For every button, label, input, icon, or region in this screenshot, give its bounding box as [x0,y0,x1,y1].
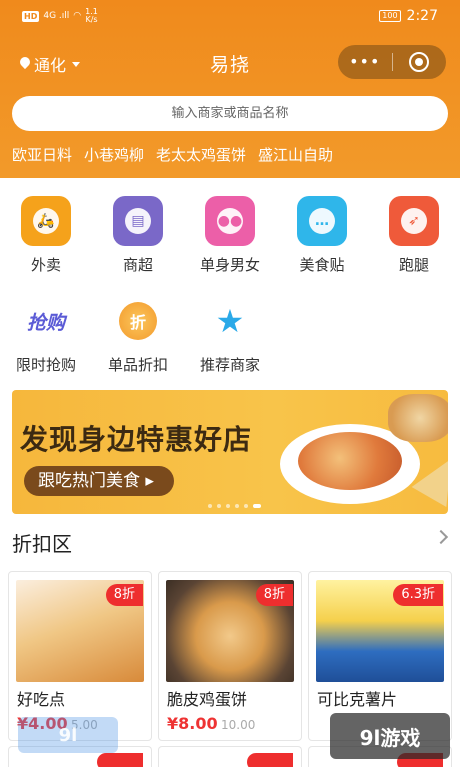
category-single-discount[interactable]: 折 单品折扣 [92,296,184,375]
section-title: 折扣区 [12,532,72,556]
discount-badge [247,753,293,767]
category-label: 美食贴 [299,256,345,274]
main-content: 🛵 外卖 ▤ 商超 ●● 单身男女 … 美食贴 ➶ 跑腿 抢购 限时抢购 折 单… [0,178,460,767]
hot-search-item[interactable]: 欧亚日料 [12,144,72,165]
store-icon: ▤ [113,196,163,246]
carousel-indicator [208,504,261,508]
seafood-image [298,432,402,490]
network-speed: 1.1 K/s [85,7,98,24]
promo-banner[interactable]: 发现身边特惠好店 跟吃热门美食 ▸ [12,390,448,514]
location-label: 通化 [34,56,67,75]
product-card[interactable]: 8折 脆皮鸡蛋饼 ¥8.00 10.00 [158,571,302,741]
hd-badge: HD [22,10,40,22]
product-card[interactable] [158,746,302,767]
product-name: 脆皮鸡蛋饼 [167,690,248,709]
carousel-dot [235,504,239,508]
flash-sale-icon: 抢购 [26,311,65,334]
original-price: 10.00 [221,718,256,732]
product-card[interactable]: 8折 好吃点 ¥4.00 5.00 [8,571,152,741]
search-input[interactable]: 输入商家或商品名称 [12,96,448,131]
discount-badge: 6.3折 [393,584,443,606]
category-grid-row1: 🛵 外卖 ▤ 商超 ●● 单身男女 … 美食贴 ➶ 跑腿 [0,196,460,275]
category-singles[interactable]: ●● 单身男女 [184,196,276,275]
more-menu-button[interactable]: ••• [338,54,392,70]
couple-icon: ●● [205,196,255,246]
ribbon-star-icon: ★ [215,302,245,340]
clock: 2:27 [406,8,438,24]
category-label: 外卖 [30,256,61,274]
battery-icon: 100 [379,10,401,22]
discount-badge: 8折 [255,584,293,606]
category-label: 单身男女 [199,256,260,274]
category-food-posts[interactable]: … 美食贴 [276,196,368,275]
category-grid-row2: 抢购 限时抢购 折 单品折扣 ★ 推荐商家 [0,296,460,375]
category-label: 限时抢购 [15,356,76,374]
hot-search-list: 欧亚日料 小巷鸡柳 老太太鸡蛋饼 盛江山自助 [12,144,333,165]
watermark-logo: 9l游戏 [330,713,450,759]
signal-icon: 4G .ıll [43,10,70,21]
category-recommended-shops[interactable]: ★ 推荐商家 [184,296,276,375]
carousel-dot [226,504,230,508]
status-bar: HD 4G .ıll ◠ 1.1 K/s 100 2:27 [0,0,460,34]
hot-search-item[interactable]: 盛江山自助 [258,144,333,165]
category-supermarket[interactable]: ▤ 商超 [92,196,184,275]
product-name: 可比克薯片 [317,690,398,709]
discount-badge [97,753,143,767]
location-selector[interactable]: 通化 [20,52,81,76]
watermark-left: 9l [18,717,118,753]
chat-icon: … [297,196,347,246]
hot-search-item[interactable]: 小巷鸡柳 [84,144,144,165]
runner-icon: ➶ [389,196,439,246]
carousel-dot-active [253,504,261,508]
scooter-icon: 🛵 [21,196,71,246]
category-label: 推荐商家 [199,356,260,374]
discount-badge: 8折 [105,584,143,606]
hot-search-item[interactable]: 老太太鸡蛋饼 [156,144,246,165]
category-label: 商超 [122,256,153,274]
discount-badge-icon: 折 [113,296,163,346]
category-takeout[interactable]: 🛵 外卖 [0,196,92,275]
nav-bar: 易挠 通化 ••• [0,40,460,84]
product-price: ¥8.00 [167,714,218,733]
close-miniprogram-button[interactable] [392,52,446,72]
banner-button[interactable]: 跟吃热门美食 ▸ [24,466,174,496]
carousel-dot [208,504,212,508]
banner-headline: 发现身边特惠好店 [20,423,253,456]
chevron-right-icon[interactable] [433,529,449,545]
carousel-dot [217,504,221,508]
category-errand[interactable]: ➶ 跑腿 [368,196,460,275]
product-name: 好吃点 [17,690,66,709]
location-pin-icon [20,57,30,71]
carousel-dot [244,504,248,508]
header-bar: HD 4G .ıll ◠ 1.1 K/s 100 2:27 易挠 通化 ••• [0,0,460,178]
category-label: 单品折扣 [107,356,168,374]
pastry-image [388,394,448,442]
category-flash-sale[interactable]: 抢购 限时抢购 [0,296,92,375]
chevron-down-icon [72,61,81,67]
category-label: 跑腿 [398,256,429,274]
miniprogram-capsule: ••• [338,45,446,79]
target-icon [409,52,430,72]
wifi-icon: ◠ [73,10,82,21]
